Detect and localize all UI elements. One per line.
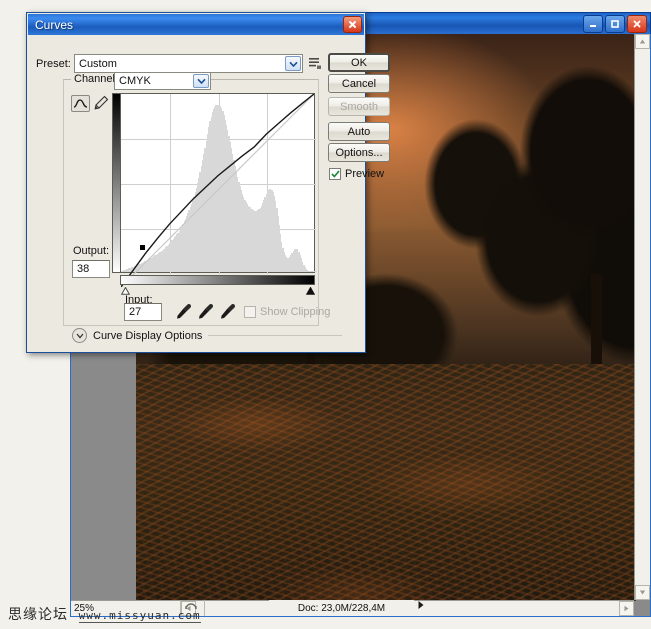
scroll-down-arrow[interactable] [635,585,650,600]
preset-menu-icon[interactable] [308,56,322,73]
curve-plot [121,94,314,287]
show-clipping-label: Show Clipping [260,306,331,318]
auto-button[interactable]: Auto [328,122,390,141]
status-menu-arrow[interactable] [417,600,425,613]
dialog-close-icon[interactable] [343,16,362,33]
preview-checkbox[interactable]: Preview [329,168,384,180]
scroll-up-arrow[interactable] [635,34,650,49]
preset-select[interactable]: Custom [74,54,303,73]
checkbox-box[interactable] [329,168,341,180]
smooth-button[interactable]: Smooth [328,97,390,116]
watermark-cn: 思缘论坛 [8,607,68,623]
chevron-down-icon[interactable] [285,56,301,71]
input-value-field[interactable]: 27 [124,303,162,321]
minimize-icon[interactable] [583,14,603,33]
curve-display-options-toggle[interactable]: Curve Display Options [72,328,342,343]
curve-control-point[interactable] [139,245,145,251]
checkbox-box[interactable] [244,306,256,318]
document-size-status: Doc: 23,0M/228,4M [269,600,414,616]
status-divider [204,600,205,616]
baseline-diagonal [121,94,314,287]
output-value-field[interactable]: 38 [72,260,110,278]
watermark-en: www.missyuan.com [78,609,201,623]
black-point-eyedropper[interactable] [175,303,192,320]
screen: ask/8) [0,0,651,629]
ok-button[interactable]: OK [328,53,390,72]
curve-tool-icon[interactable] [71,95,90,112]
white-point-eyedropper[interactable] [219,303,236,320]
show-clipping-checkbox[interactable]: Show Clipping [244,306,330,318]
output-gradient-bar [112,93,120,273]
pencil-tool-icon[interactable] [93,95,109,114]
gray-point-eyedropper[interactable] [197,303,214,320]
chevron-down-icon[interactable] [72,328,87,343]
curves-dialog: Curves Preset: Custom Channel: CMYK Outp… [26,12,390,353]
close-icon[interactable] [627,14,647,33]
cancel-button[interactable]: Cancel [328,74,390,93]
ground-leaves [136,364,636,601]
input-gradient-bar [120,275,315,285]
black-point-slider[interactable] [120,286,131,295]
preset-label: Preset: [36,58,71,70]
section-divider [208,335,342,336]
dialog-title: Curves [35,17,74,32]
chevron-down-icon[interactable] [193,74,209,88]
window-controls [583,14,650,33]
watermark: 思缘论坛 www.missyuan.com [8,604,201,624]
channel-value: CMYK [119,75,151,87]
vertical-scrollbar[interactable] [634,34,650,600]
dialog-titlebar[interactable]: Curves [28,14,364,35]
curve-display-options-label: Curve Display Options [93,329,203,342]
curve-graph[interactable] [120,93,317,273]
scroll-right-arrow[interactable] [619,601,634,616]
white-point-slider[interactable] [305,286,316,295]
channel-select[interactable]: CMYK [114,72,211,90]
output-label: Output: [73,245,110,257]
preset-value: Custom [79,57,117,70]
preview-label: Preview [345,168,385,180]
options-button[interactable]: Options... [328,143,390,162]
maximize-icon[interactable] [605,14,625,33]
